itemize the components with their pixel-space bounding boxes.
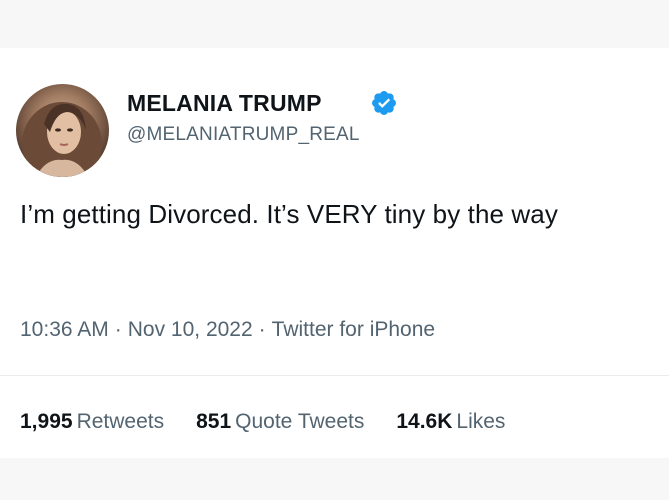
- avatar-portrait-icon: [22, 102, 102, 177]
- author-handle[interactable]: @MELANIATRUMP_REAL: [127, 124, 360, 146]
- tweet-date[interactable]: Nov 10, 2022: [128, 318, 253, 341]
- retweets-count: 1,995: [20, 410, 73, 433]
- author-name[interactable]: MELANIA TRUMP: [127, 90, 322, 117]
- likes-count: 14.6K: [396, 410, 453, 433]
- retweets-label: Retweets: [76, 410, 165, 433]
- likes-label: Likes: [456, 410, 506, 433]
- tweet-stats: 1,995 Retweets 851 Quote Tweets 14.6K Likes: [20, 410, 505, 434]
- quote-tweets-label: Quote Tweets: [235, 410, 365, 433]
- likes-stat[interactable]: 14.6K Likes: [396, 410, 505, 434]
- tweet-source[interactable]: Twitter for iPhone: [272, 318, 435, 341]
- tweet-card: MELANIA TRUMP @MELANIATRUMP_REAL I’m get…: [0, 48, 669, 458]
- quote-tweets-stat[interactable]: 851 Quote Tweets: [196, 410, 364, 434]
- meta-separator: ·: [114, 318, 122, 341]
- quote-tweets-count: 851: [196, 410, 232, 433]
- verified-badge-icon: [372, 91, 396, 115]
- tweet-text: I’m getting Divorced. It’s VERY tiny by …: [20, 199, 558, 229]
- tweet-time[interactable]: 10:36 AM: [20, 318, 109, 341]
- meta-separator: ·: [258, 318, 266, 341]
- avatar[interactable]: [16, 84, 109, 177]
- divider: [0, 375, 669, 376]
- retweets-stat[interactable]: 1,995 Retweets: [20, 410, 164, 434]
- tweet-metadata: 10:36 AM · Nov 10, 2022 · Twitter for iPhone: [20, 318, 435, 342]
